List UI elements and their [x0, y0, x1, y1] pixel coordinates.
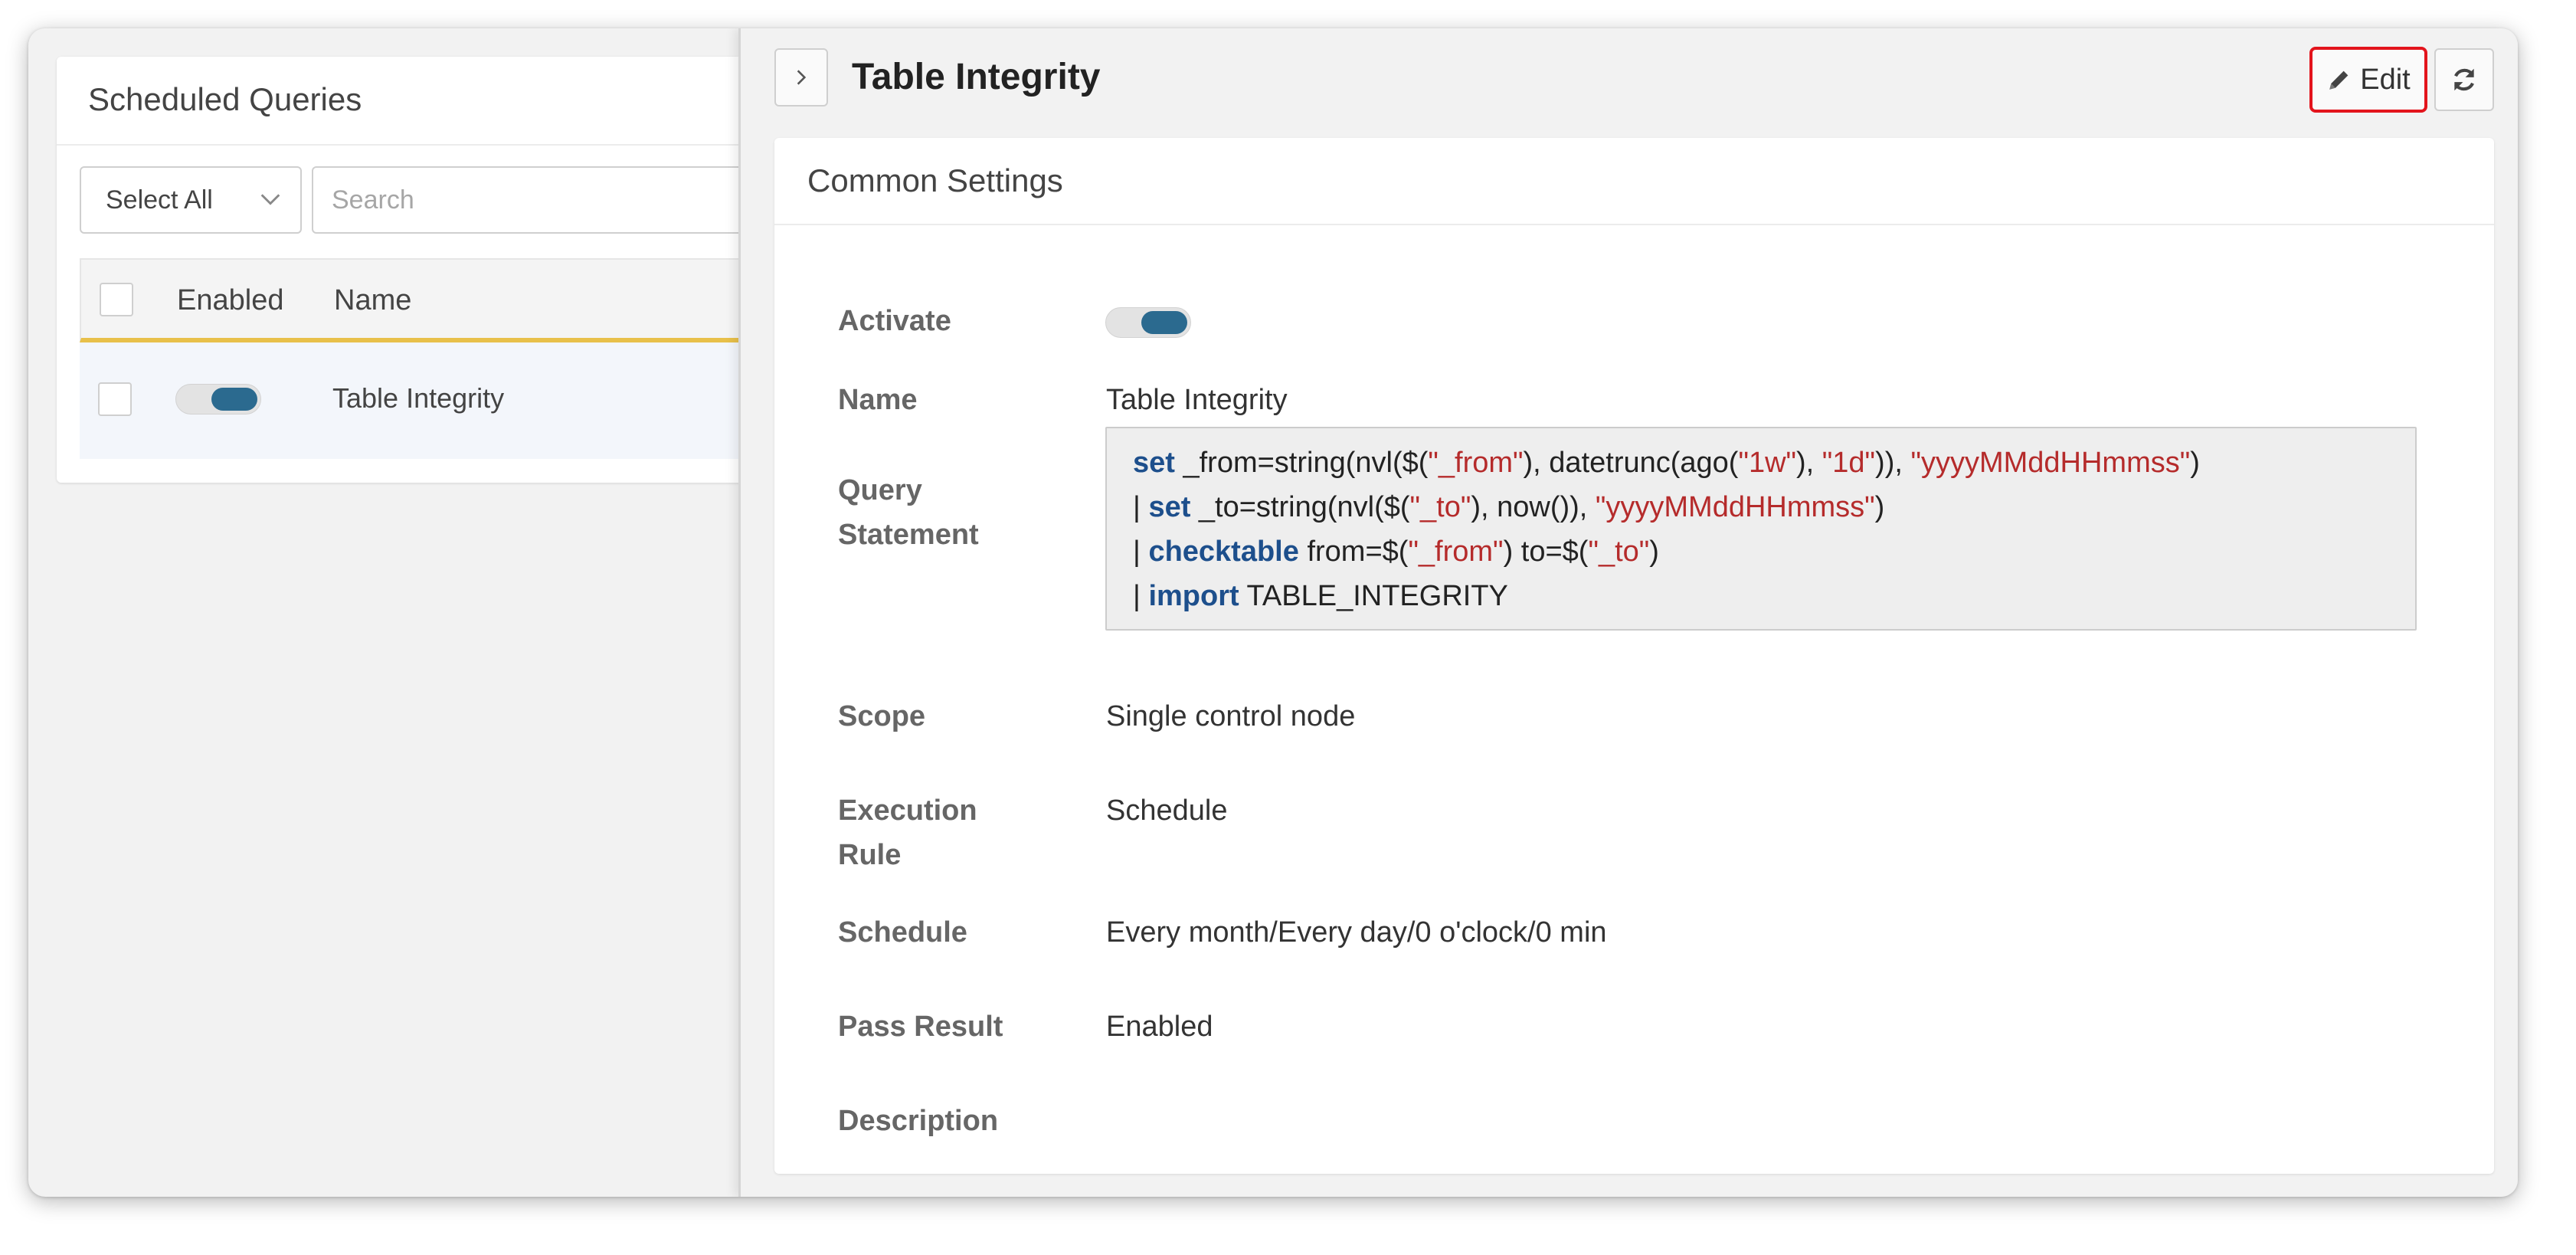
- detail-panel: Table Integrity Edit Common Settings Act…: [738, 28, 2518, 1197]
- exec-label-line2: Rule: [838, 839, 902, 871]
- chevron-down-icon: [260, 194, 280, 205]
- divider: [774, 224, 2494, 225]
- toggle-knob: [211, 388, 257, 411]
- pass-result-label: Pass Result: [838, 1011, 1003, 1043]
- app-window: Scheduled Queries Select All Enabled Nam…: [28, 28, 2518, 1197]
- detail-title: Table Integrity: [852, 57, 1101, 97]
- edit-label: Edit: [2360, 63, 2411, 96]
- activate-toggle[interactable]: [1105, 307, 1191, 338]
- execution-rule-label: Execution Rule: [838, 788, 977, 877]
- enabled-toggle[interactable]: [175, 384, 261, 415]
- select-all-label: Select All: [106, 185, 213, 215]
- query-string: "_from": [1428, 447, 1524, 479]
- query-string: "yyyyMMddHHmmss": [1595, 491, 1875, 523]
- panel-title: Scheduled Queries: [88, 81, 362, 117]
- query-keyword: import: [1148, 580, 1239, 612]
- column-header-enabled[interactable]: Enabled: [177, 284, 283, 317]
- query-line: set _from=string(nvl($("_from"), datetru…: [1133, 447, 2200, 479]
- edit-button[interactable]: Edit: [2309, 47, 2427, 113]
- query-keyword: checktable: [1148, 536, 1299, 568]
- query-line: | import TABLE_INTEGRITY: [1133, 580, 1508, 612]
- query-string: "_from": [1408, 536, 1504, 568]
- table-header: Enabled Name: [80, 258, 830, 342]
- column-header-name[interactable]: Name: [334, 284, 411, 317]
- common-settings-card: Common Settings Activate Name Table Inte…: [774, 138, 2494, 1174]
- exec-label-line1: Execution: [838, 795, 977, 827]
- query-string: "_to": [1588, 536, 1650, 568]
- refresh-icon: [2454, 68, 2474, 91]
- select-all-dropdown[interactable]: Select All: [80, 166, 302, 234]
- query-string: "yyyyMMddHHmmss": [1910, 447, 2191, 479]
- select-all-checkbox[interactable]: [100, 283, 133, 316]
- query-label-line2: Statement: [838, 519, 979, 551]
- pass-result-value: Enabled: [1106, 1011, 1213, 1043]
- query-keyword: set: [1133, 447, 1175, 479]
- query-string: "1d": [1822, 447, 1876, 479]
- divider: [57, 144, 823, 146]
- query-string: "1w": [1738, 447, 1797, 479]
- scope-label: Scope: [838, 700, 926, 732]
- query-label-line1: Query: [838, 474, 922, 506]
- query-keyword: set: [1148, 491, 1191, 523]
- table-row[interactable]: Table Integrity: [80, 342, 830, 459]
- scheduled-queries-panel: Scheduled Queries Select All Enabled Nam…: [57, 57, 833, 483]
- name-label: Name: [838, 384, 918, 416]
- query-line: | set _to=string(nvl($("_to"), now()), "…: [1133, 491, 1885, 523]
- query-statement-code: set _from=string(nvl($("_from"), datetru…: [1105, 427, 2417, 631]
- query-label: Query Statement: [838, 468, 979, 557]
- row-name[interactable]: Table Integrity: [332, 382, 504, 415]
- name-value: Table Integrity: [1106, 384, 1288, 416]
- refresh-button[interactable]: [2434, 48, 2494, 111]
- row-checkbox[interactable]: [98, 382, 132, 416]
- chevron-right-icon: [797, 70, 807, 85]
- schedule-label: Schedule: [838, 916, 967, 949]
- description-label: Description: [838, 1105, 999, 1137]
- pencil-icon: [2329, 70, 2349, 90]
- activate-label: Activate: [838, 305, 951, 337]
- toggle-knob: [1141, 311, 1187, 334]
- collapse-panel-button[interactable]: [774, 48, 828, 106]
- card-title: Common Settings: [807, 162, 1063, 198]
- query-line: | checktable from=$("_from") to=$("_to"): [1133, 536, 1659, 568]
- schedule-value: Every month/Every day/0 o'clock/0 min: [1106, 916, 1607, 949]
- execution-rule-value: Schedule: [1106, 795, 1228, 827]
- scope-value: Single control node: [1106, 700, 1356, 732]
- query-string: "_to": [1409, 491, 1471, 523]
